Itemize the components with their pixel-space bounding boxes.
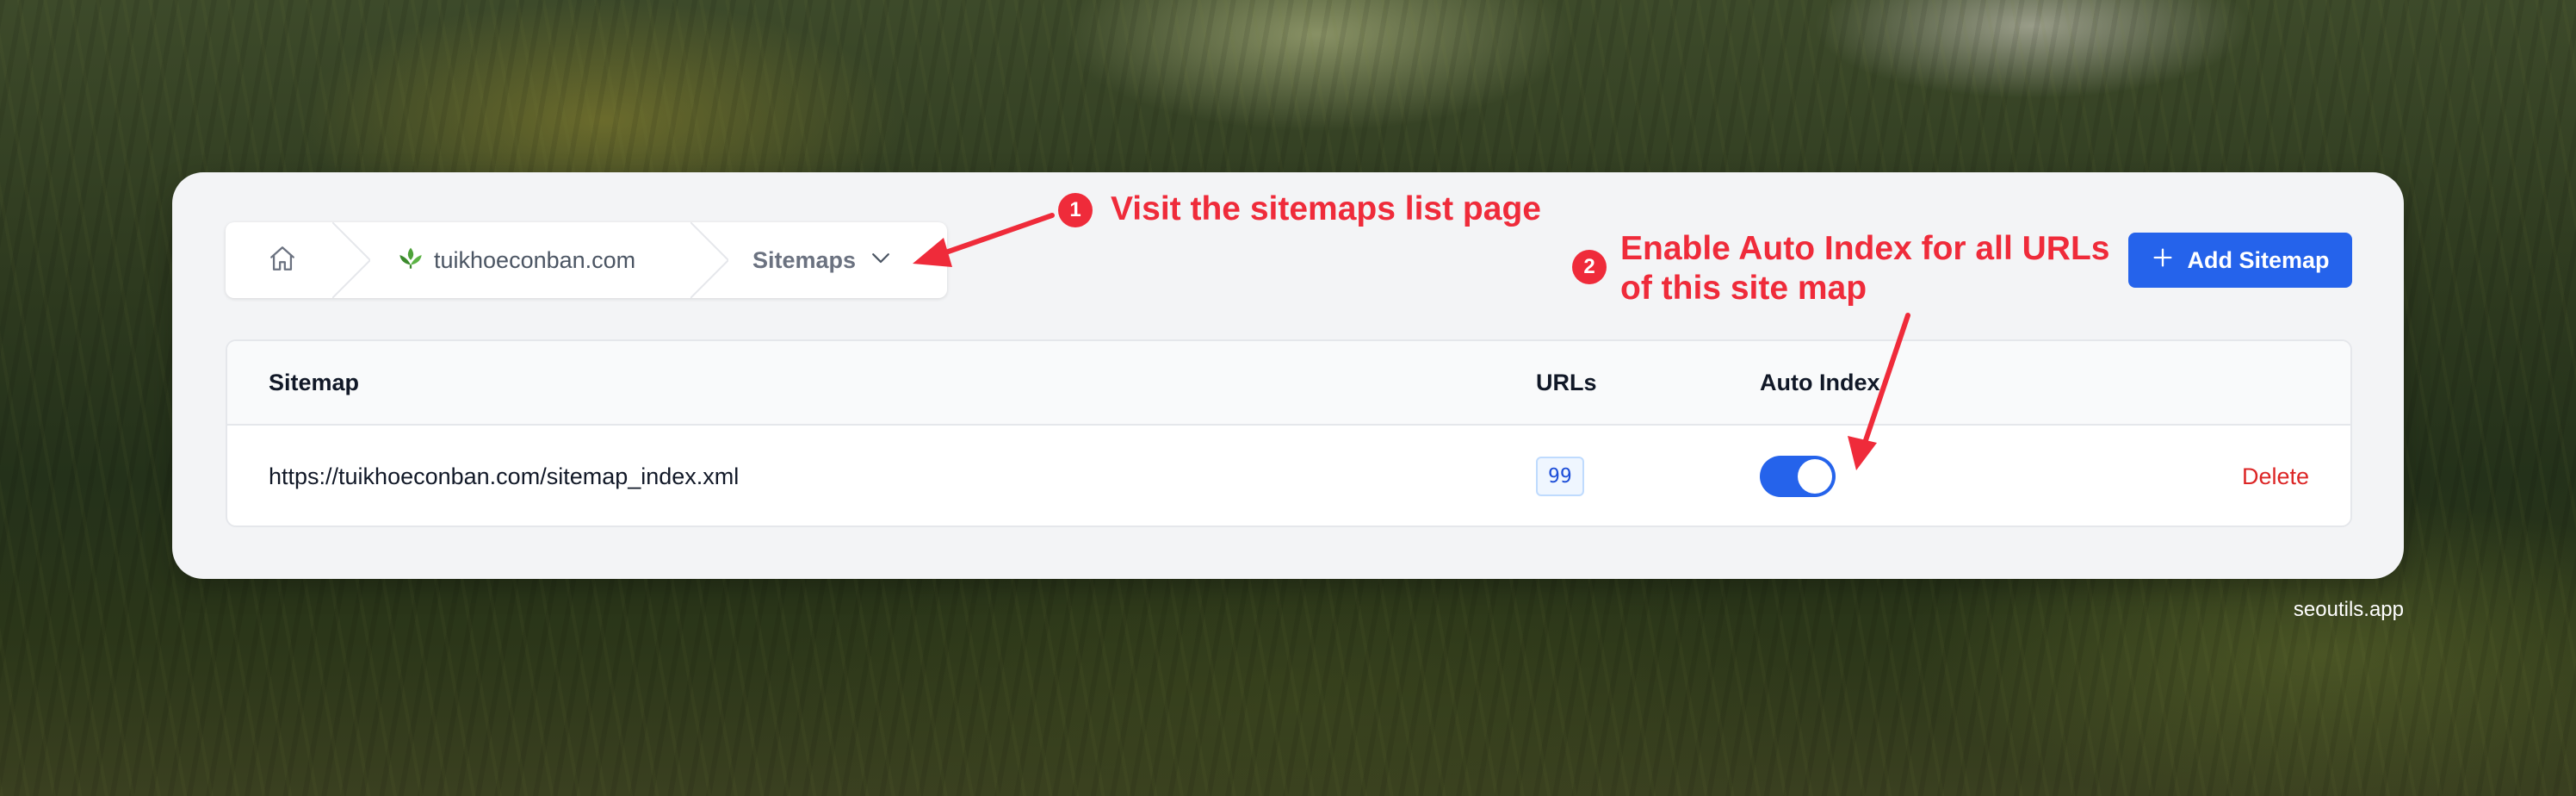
breadcrumb-sitemaps-dropdown[interactable]: Sitemaps [752,222,894,298]
table-row: https://tuikhoeconban.com/sitemap_index.… [227,426,2350,525]
breadcrumb-separator [690,222,728,298]
chevron-down-icon [868,245,894,277]
delete-cell: Delete [2242,426,2309,525]
sitemaps-table: Sitemap URLs Auto Index https://tuikhoec… [226,339,2352,527]
footer-brand: seoutils.app [2293,598,2404,621]
urls-count-cell: 99 [1536,426,1584,525]
column-header-urls: URLs [1536,369,1597,395]
plus-icon [2151,246,2175,276]
urls-count-badge: 99 [1536,457,1584,496]
delete-button[interactable]: Delete [2242,463,2309,490]
breadcrumb-home[interactable] [263,241,301,279]
breadcrumb-site[interactable]: tuikhoeconban.com [396,222,635,298]
add-sitemap-button[interactable]: Add Sitemap [2128,233,2352,288]
breadcrumb-current-label: Sitemaps [752,246,857,273]
annotation-text-2-line-2: of this site map [1620,270,1867,307]
toggle-knob [1798,459,1832,494]
table-header: Sitemap URLs Auto Index [227,341,2350,426]
auto-index-toggle[interactable] [1760,456,1836,497]
breadcrumb-site-label: tuikhoeconban.com [434,246,636,273]
sitemap-url: https://tuikhoeconban.com/sitemap_index.… [269,463,740,489]
breadcrumb-separator [332,222,370,298]
auto-index-cell [1760,426,1836,525]
home-icon [268,244,297,277]
annotation-text-2-line-1: Enable Auto Index for all URLs [1620,230,2110,267]
add-sitemap-label: Add Sitemap [2187,246,2330,273]
breadcrumb: tuikhoeconban.com Sitemaps [226,222,947,298]
annotation-number-2: 2 [1572,250,1607,284]
annotation-text-1: Visit the sitemaps list page [1111,190,1541,227]
column-header-sitemap: Sitemap [269,369,360,395]
column-header-auto-index: Auto Index [1760,369,1880,395]
annotation-number-1: 1 [1058,193,1093,227]
site-favicon-icon [396,243,425,278]
